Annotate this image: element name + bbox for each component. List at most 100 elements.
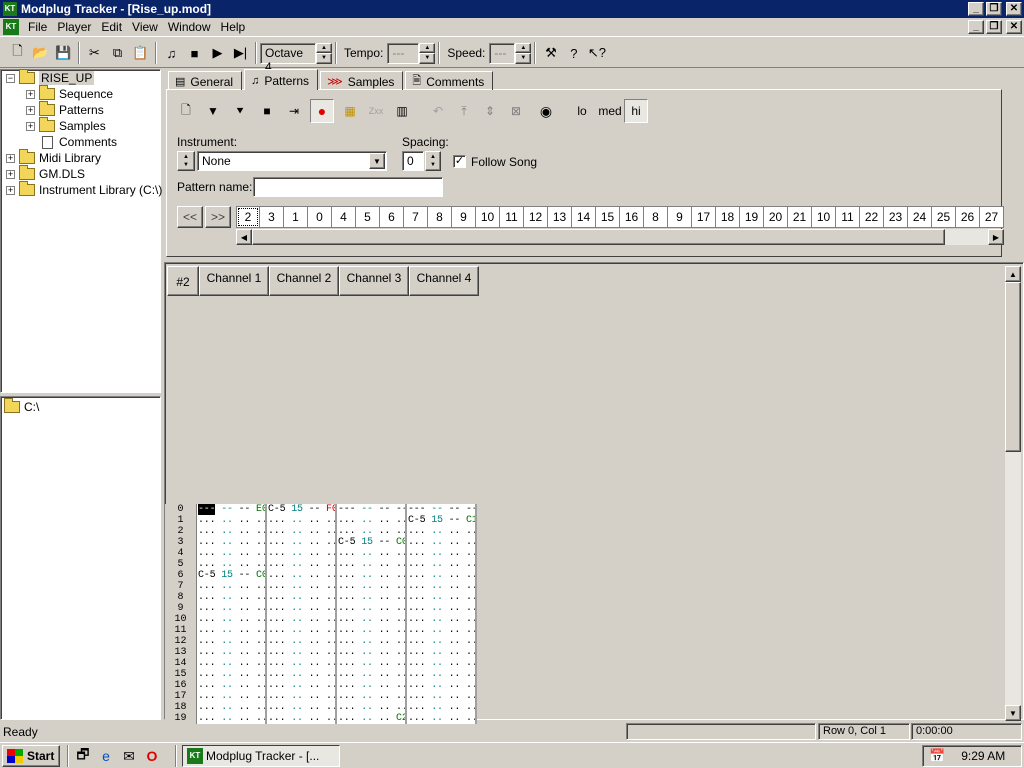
cut-icon[interactable]: ✂	[83, 42, 106, 64]
order-cell[interactable]: 10	[812, 206, 836, 228]
pattern-cell[interactable]: ... .. .. ...	[267, 526, 337, 537]
pattern-cell[interactable]: C-5 15 -- C00	[337, 537, 407, 548]
order-cell[interactable]: 25	[932, 206, 956, 228]
pattern-cell[interactable]: ... .. .. ...	[337, 680, 407, 691]
zxx-macro-icon[interactable]: Zxx	[364, 99, 388, 123]
channel-3-header[interactable]: Channel 3	[339, 266, 409, 296]
file-browser[interactable]: C:\	[0, 396, 161, 720]
pattern-cell[interactable]: ... .. .. ...	[407, 581, 477, 592]
scrollbar-thumb[interactable]	[252, 229, 945, 245]
pattern-cell[interactable]: ... .. .. ...	[407, 559, 477, 570]
pattern-name-input[interactable]	[253, 177, 443, 197]
app-icon[interactable]: KT	[3, 2, 17, 16]
tree-label-comments[interactable]: Comments	[59, 135, 117, 149]
pattern-row[interactable]: 9... .. .. ...... .. .. ...... .. .. ...…	[165, 603, 477, 614]
speed-up-arrow-icon[interactable]: ▲	[515, 42, 532, 53]
new-file-icon[interactable]: 🗋	[6, 42, 29, 64]
pattern-cell[interactable]: ... .. .. ...	[197, 581, 267, 592]
pattern-cell[interactable]: ... .. .. ...	[197, 548, 267, 559]
play-from-cursor-icon[interactable]: ⇥	[282, 99, 306, 123]
tree-node-instrument-library[interactable]: + Instrument Library (C:\)	[6, 181, 162, 198]
pattern-row[interactable]: 16... .. .. ...... .. .. ...... .. .. ..…	[165, 680, 477, 691]
child-restore-button[interactable]: ❐	[986, 20, 1002, 34]
pattern-row[interactable]: 17... .. .. ...... .. .. ...... .. .. ..…	[165, 691, 477, 702]
order-cell[interactable]: 5	[356, 206, 380, 228]
pattern-cell[interactable]: ... .. .. ...	[197, 592, 267, 603]
tree-node-root[interactable]: − RISE_UP	[6, 69, 95, 86]
clock[interactable]: 9:29 AM	[961, 749, 1005, 763]
copy-icon[interactable]: ⧉	[106, 42, 129, 64]
pattern-row[interactable]: 15... .. .. ...... .. .. ...... .. .. ..…	[165, 669, 477, 680]
pattern-cell[interactable]: ... .. .. ...	[337, 636, 407, 647]
pattern-row[interactable]: 8... .. .. ...... .. .. ...... .. .. ...…	[165, 592, 477, 603]
pattern-cell[interactable]: ... .. .. ...	[197, 559, 267, 570]
tree-label-sequence[interactable]: Sequence	[59, 87, 113, 101]
octave-down-arrow-icon[interactable]: ▼	[316, 53, 332, 64]
tab-comments[interactable]: 🗎 Comments	[405, 71, 494, 90]
octave-spinner[interactable]: Octave 4 ▲ ▼	[260, 42, 332, 74]
order-cell[interactable]: 11	[836, 206, 860, 228]
order-cell[interactable]: 0	[308, 206, 332, 228]
pattern-cell[interactable]: ... .. .. ...	[337, 581, 407, 592]
tab-samples[interactable]: ⋙ Samples	[320, 71, 404, 90]
order-cell[interactable]: 18	[716, 206, 740, 228]
pattern-cell[interactable]: ... .. .. ...	[197, 614, 267, 625]
tempo-field[interactable]: ---	[387, 42, 420, 64]
order-cell[interactable]: 1	[284, 206, 308, 228]
order-cell[interactable]: 24	[908, 206, 932, 228]
order-cell[interactable]: 14	[572, 206, 596, 228]
pattern-row[interactable]: 0--- -- -- E01C-5 15 -- F06--- -- -- ---…	[165, 504, 477, 515]
outlook-express-icon[interactable]: ✉	[120, 747, 138, 765]
pattern-cell[interactable]: ... .. .. ...	[407, 647, 477, 658]
pattern-cell[interactable]: C-5 15 -- F06	[267, 504, 337, 515]
pattern-cell[interactable]: ... .. .. ...	[267, 647, 337, 658]
pattern-cell[interactable]: ... .. .. ...	[197, 691, 267, 702]
scrollbar-thumb[interactable]	[1005, 282, 1021, 452]
quality-hi-button[interactable]: hi	[624, 99, 648, 123]
expand-icon[interactable]: +	[26, 121, 35, 131]
child-close-button[interactable]: ✕	[1006, 20, 1022, 34]
play-pattern-down-icon[interactable]: ▼	[201, 99, 225, 123]
tempo-up-arrow-icon[interactable]: ▲	[419, 42, 436, 53]
speed-field[interactable]: ---	[489, 42, 516, 64]
pattern-cell[interactable]: ... .. .. ...	[337, 691, 407, 702]
instrument-combo[interactable]: None ▼	[197, 151, 387, 171]
show-desktop-icon[interactable]: 🗗	[74, 746, 92, 765]
pattern-cell[interactable]: ... .. .. ...	[337, 559, 407, 570]
channel-1-header[interactable]: Channel 1	[199, 266, 269, 296]
tree-node-patterns[interactable]: + Patterns	[26, 101, 104, 118]
pattern-cell[interactable]: ... .. .. ...	[407, 636, 477, 647]
pattern-cell[interactable]: ... .. .. ...	[267, 537, 337, 548]
pattern-cell[interactable]: ... .. .. ...	[197, 625, 267, 636]
title-bar[interactable]: KT Modplug Tracker - [Rise_up.mod] _ ❐ ✕	[0, 0, 1024, 18]
order-list[interactable]: 2 3 1 0 4 5 6 7 8 9 10 11 12 13 14 15 16 8 9 17 18 19 20 21 10 11…	[236, 206, 1004, 228]
pattern-row[interactable]: 4... .. .. ...... .. .. ...... .. .. ...…	[165, 548, 477, 559]
order-cell[interactable]: 22	[860, 206, 884, 228]
song-tree[interactable]: − RISE_UP + Sequence + Patterns + Sample…	[0, 69, 162, 393]
stop-pattern-icon[interactable]: ■	[255, 99, 279, 123]
pattern-cell[interactable]: ... .. .. ...	[267, 702, 337, 713]
pattern-cell[interactable]: ... .. .. ...	[197, 603, 267, 614]
pattern-row[interactable]: 10... .. .. ...... .. .. ...... .. .. ..…	[165, 614, 477, 625]
play-icon[interactable]: ▶	[206, 42, 229, 64]
tree-label-patterns[interactable]: Patterns	[59, 103, 104, 117]
taskbar-modplug-button[interactable]: KT Modplug Tracker - [...	[182, 745, 340, 767]
prev-order-button[interactable]: <<	[177, 206, 203, 228]
pattern-cell[interactable]: ... .. .. ...	[407, 537, 477, 548]
pattern-cell[interactable]: ... .. .. ...	[267, 625, 337, 636]
spacing-field[interactable]: 0	[402, 151, 424, 171]
amplify-icon[interactable]: ⊠	[504, 99, 528, 123]
child-minimize-button[interactable]: _	[968, 20, 984, 34]
expand-icon[interactable]: +	[6, 169, 15, 179]
tree-label-instrument-library[interactable]: Instrument Library (C:\)	[39, 183, 162, 197]
pattern-cell[interactable]: ... .. .. ...	[337, 548, 407, 559]
pattern-cell[interactable]: ... .. .. ...	[407, 526, 477, 537]
tree-node-samples[interactable]: + Samples	[26, 117, 106, 134]
pattern-cell[interactable]: ... .. .. ...	[407, 548, 477, 559]
pattern-row[interactable]: 3... .. .. ...... .. .. ...C-5 15 -- C00…	[165, 537, 477, 548]
scroll-up-icon[interactable]: ▲	[1005, 266, 1021, 282]
order-cell[interactable]: 21	[788, 206, 812, 228]
order-cell[interactable]: 9	[668, 206, 692, 228]
pattern-cell[interactable]: ... .. .. ...	[407, 625, 477, 636]
pattern-cell[interactable]: ... .. .. ...	[267, 603, 337, 614]
